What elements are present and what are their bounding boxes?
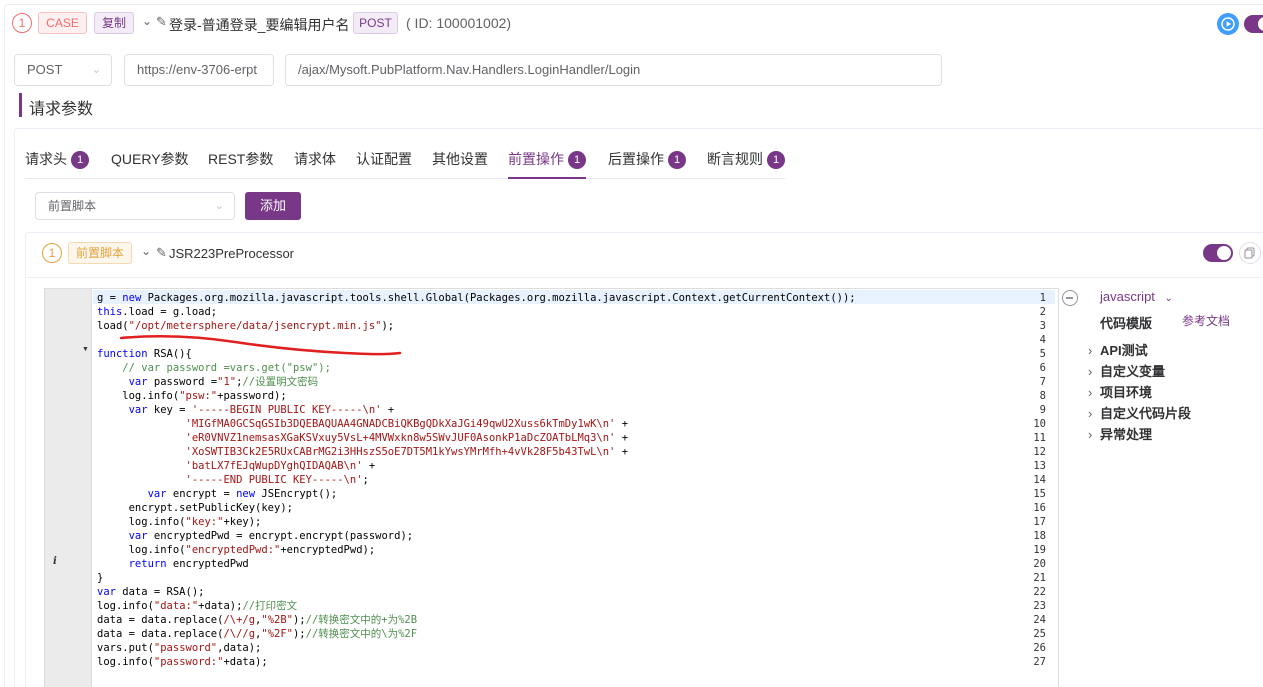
tab-query[interactable]: QUERY参数 — [111, 146, 189, 179]
tree-item-project-env[interactable]: › 项目环境 — [1088, 382, 1152, 401]
method-select[interactable]: POST ⌄ — [14, 54, 112, 86]
tab-badge: 1 — [568, 151, 586, 169]
tab-label: 请求体 — [294, 151, 336, 167]
fold-arrow-icon[interactable]: ▼ — [82, 346, 89, 353]
edit-pencil-icon[interactable]: ✎ — [156, 245, 167, 261]
tab-pre-operations[interactable]: 前置操作 1 — [508, 146, 586, 179]
processor-enable-toggle[interactable] — [1203, 244, 1233, 262]
chevron-right-icon: › — [1088, 385, 1093, 400]
chevron-right-icon: › — [1088, 406, 1093, 421]
edit-pencil-icon[interactable]: ✎ — [156, 14, 167, 30]
tab-auth[interactable]: 认证配置 — [356, 146, 412, 179]
tab-label: 前置操作 — [508, 151, 564, 167]
tab-badge: 1 — [668, 151, 686, 169]
tab-headers[interactable]: 请求头 1 — [25, 146, 89, 179]
run-icon[interactable] — [1217, 13, 1239, 35]
tab-label: REST参数 — [208, 151, 274, 167]
method-tag: POST — [353, 12, 398, 34]
base-url-field[interactable]: https://env-3706-erpt — [124, 54, 274, 86]
chevron-down-icon: ⌄ — [91, 64, 101, 76]
pre-operation-select[interactable]: 前置脚本 ⌄ — [35, 192, 235, 220]
code-editor[interactable]: 1 2 3 4 5 6 7 8 9 10 11 12 13 14 15 16 17 18 19 20 21 22 23 24 2… — [44, 288, 1059, 687]
docs-link[interactable]: 参考文档 — [1182, 312, 1230, 329]
case-tag: CASE — [38, 12, 87, 34]
collapse-chevron-icon[interactable]: ⌄ — [141, 244, 151, 258]
tab-other-settings[interactable]: 其他设置 — [432, 146, 488, 179]
copy-tag[interactable]: 复制 — [94, 12, 134, 34]
tab-label: 认证配置 — [356, 151, 412, 167]
tree-item-custom-variables[interactable]: › 自定义变量 — [1088, 361, 1165, 380]
tree-item-api-test[interactable]: › API测试 — [1088, 340, 1148, 359]
page: { "header": { "step_number": "1", "case_… — [0, 0, 1263, 687]
tree-item-label: 异常处理 — [1100, 427, 1153, 442]
tree-item-exception-handling[interactable]: › 异常处理 — [1088, 424, 1152, 443]
method-select-value: POST — [27, 62, 63, 77]
tab-label: QUERY参数 — [111, 151, 189, 167]
tree-item-label: API测试 — [1100, 343, 1148, 358]
pre-script-tag: 前置脚本 — [68, 242, 132, 264]
tab-post-operations[interactable]: 后置操作 1 — [608, 146, 686, 179]
tree-item-label: 自定义变量 — [1100, 364, 1166, 379]
chevron-down-icon: ⌄ — [214, 200, 224, 212]
chevron-right-icon: › — [1088, 427, 1093, 442]
collapse-chevron-icon[interactable]: ⌄ — [142, 14, 152, 28]
tree-item-label: 项目环境 — [1100, 385, 1153, 400]
language-select-value: javascript — [1100, 289, 1155, 304]
chevron-right-icon: › — [1088, 343, 1093, 358]
red-annotation-underline — [119, 335, 402, 356]
section-title-bar — [19, 93, 22, 117]
tree-item-label: 自定义代码片段 — [1100, 406, 1192, 421]
tab-badge: 1 — [767, 151, 785, 169]
chevron-down-icon: ⌄ — [1164, 293, 1173, 304]
collapse-panel-icon[interactable] — [1062, 290, 1078, 306]
tab-rest[interactable]: REST参数 — [208, 146, 273, 179]
section-title: 请求参数 — [29, 101, 94, 118]
tab-label: 后置操作 — [608, 151, 664, 167]
tab-body[interactable]: 请求体 — [294, 146, 336, 179]
path-field[interactable]: /ajax/Mysoft.PubPlatform.Nav.Handlers.Lo… — [285, 54, 942, 86]
processor-divider — [26, 277, 1262, 278]
processor-index: 1 — [42, 243, 62, 263]
tab-badge: 1 — [71, 151, 89, 169]
step-title[interactable]: 登录-普通登录_要编辑用户名 — [169, 15, 349, 35]
tree-item-custom-snippets[interactable]: › 自定义代码片段 — [1088, 403, 1191, 422]
chevron-right-icon: › — [1088, 364, 1093, 379]
tab-label: 请求头 — [25, 151, 67, 167]
step-index: 1 — [12, 13, 32, 33]
code-template-label: 代码模版 — [1100, 316, 1153, 331]
language-select[interactable]: javascript ⌄ — [1100, 289, 1173, 304]
copy-icon[interactable] — [1239, 242, 1261, 264]
tab-label: 其他设置 — [432, 151, 488, 167]
pre-operation-select-value: 前置脚本 — [48, 199, 97, 213]
processor-title[interactable]: JSR223PreProcessor — [169, 246, 294, 261]
tab-label: 断言规则 — [707, 151, 763, 167]
enable-toggle[interactable] — [1244, 15, 1263, 33]
step-id: ( ID: 100001002) — [406, 15, 512, 31]
add-button[interactable]: 添加 — [245, 192, 301, 220]
info-icon: i — [53, 556, 57, 567]
tab-assertions[interactable]: 断言规则 1 — [707, 146, 785, 179]
